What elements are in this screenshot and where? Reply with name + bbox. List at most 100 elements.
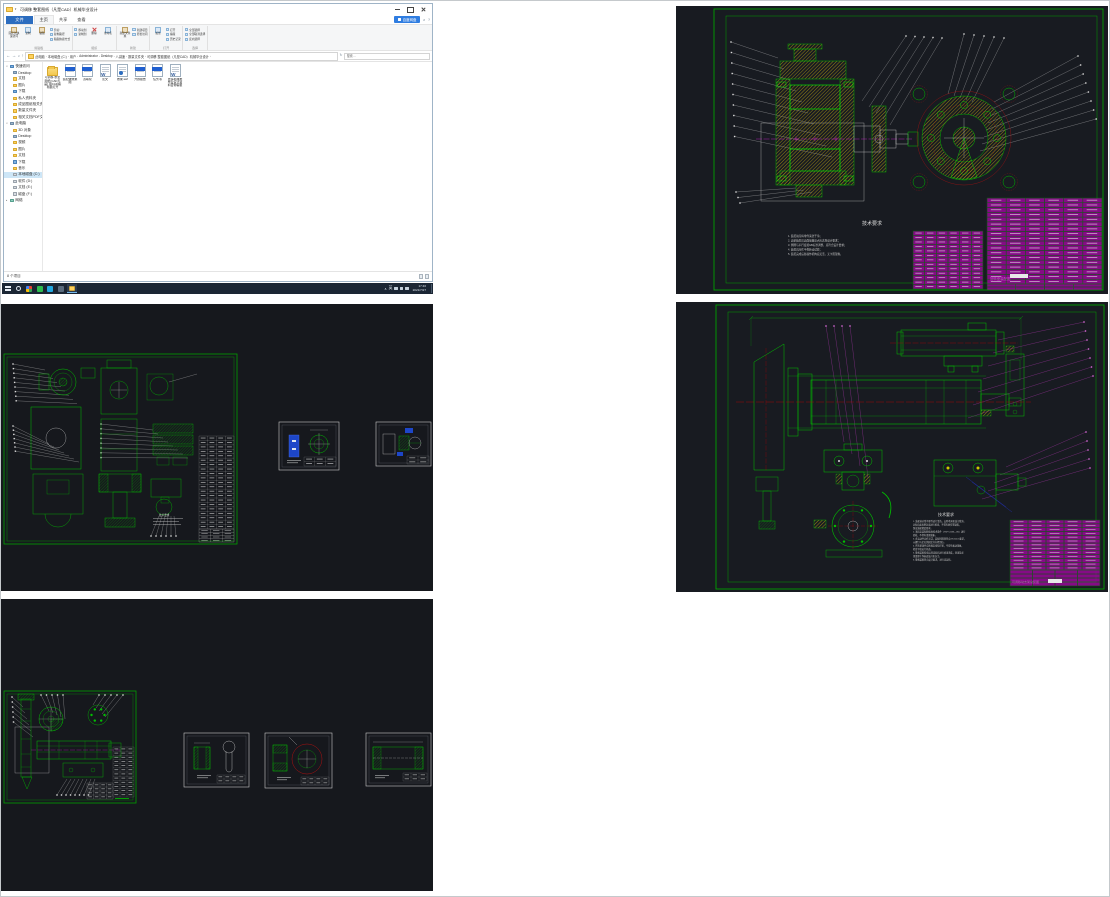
new-item-button[interactable]: 新建项目 — [132, 28, 147, 32]
cortana-button[interactable] — [14, 284, 24, 293]
sidebar-item-label: 图片 — [18, 147, 25, 152]
folder-icon — [13, 154, 17, 157]
folder-icon — [47, 67, 58, 76]
paste-button[interactable]: 粘贴 — [36, 26, 49, 36]
edit-icon — [166, 33, 169, 36]
copy-button[interactable]: 复制 — [22, 26, 35, 36]
search-input[interactable] — [347, 54, 428, 58]
breadcrumb-item[interactable]: Administrator — [79, 54, 98, 58]
items-count: 8 个项目 — [7, 274, 21, 279]
tray-expand-icon[interactable]: ∧ — [384, 287, 386, 291]
quick-access-toolbar[interactable]: ▾ — [6, 7, 16, 13]
twisty-icon: ∨ — [6, 122, 9, 125]
sidebar-item-label: 相关文档PDF文件 — [18, 115, 42, 120]
folder-icon — [13, 103, 17, 106]
file-explorer-window: ▾ 可调移 整套图纸（凡是CAD）机械毕业设计 文件 主页 共享 查看 百度网盘… — [3, 3, 433, 282]
taskbar-clock[interactable]: 17:46 2021/7/27 — [413, 285, 426, 292]
sidebar-item-network[interactable]: ▸网络 — [4, 197, 42, 203]
show-desktop-button[interactable] — [431, 284, 432, 293]
thumbnail-view-icon[interactable] — [425, 274, 430, 279]
network-icon[interactable] — [400, 287, 403, 290]
easy-access-button[interactable]: 轻松访问 — [132, 32, 147, 36]
file-item[interactable]: 论文 — [97, 64, 114, 81]
details-view-icon[interactable] — [419, 274, 424, 279]
breadcrumb-item[interactable]: 数量文件夹 — [128, 54, 144, 59]
cad-drawing-views: 技术要求 — [1, 304, 433, 591]
copy-path-button[interactable]: 复制路径 — [50, 32, 71, 36]
app-icon — [58, 286, 64, 292]
drive-icon — [13, 180, 17, 183]
file-name: 任务书 — [153, 78, 162, 81]
breadcrumb-item[interactable]: 用户 — [70, 54, 76, 59]
breadcrumb[interactable]: 此电脑› 本地磁盘 (C:)› 用户› Administrator› Deskt… — [25, 52, 338, 61]
ribbon-group-select: 全部选择 全部取消选择 反向选择 选择 — [183, 26, 208, 50]
download-icon — [13, 160, 17, 163]
select-none-button[interactable]: 全部取消选择 — [185, 32, 206, 36]
copy-to-button[interactable]: 复制到 — [74, 32, 86, 36]
back-icon[interactable]: ← — [6, 54, 10, 58]
svg-text:技术要求: 技术要求 — [159, 513, 170, 517]
clock-date: 2021/7/27 — [413, 289, 426, 293]
word-file-icon — [170, 64, 181, 77]
collapse-ribbon-icon[interactable]: ∧ — [423, 18, 426, 22]
file-name: 装配体效果图 — [62, 78, 79, 85]
ime-indicator[interactable]: 英 — [389, 286, 393, 291]
edit-button[interactable]: 编辑 — [166, 32, 181, 36]
forward-icon[interactable]: → — [12, 54, 16, 58]
file-item[interactable]: 开题报告 — [132, 64, 149, 81]
history-button[interactable]: 历史记录 — [166, 37, 181, 41]
new-folder-button[interactable]: 新建文件夹 — [118, 26, 131, 39]
delete-button[interactable]: 删除 — [87, 26, 100, 36]
file-item[interactable]: 装配体效果图 — [62, 64, 79, 84]
refresh-icon[interactable]: ↻ — [339, 54, 342, 58]
sidebar-item-label: 文档 — [18, 76, 25, 81]
cad-sheet-pump-assembly: 技术要求 1. 装配前应将零件清洗干净； 2. 齿轮装配后齿面接触斑点应达到设计… — [676, 6, 1108, 294]
tab-share[interactable]: 共享 — [54, 16, 72, 24]
tab-home[interactable]: 主页 — [34, 15, 54, 24]
properties-button[interactable]: 属性 — [152, 26, 165, 36]
file-item[interactable]: 双联泵 — [79, 64, 96, 81]
volume-icon[interactable] — [394, 287, 397, 290]
battery-icon[interactable] — [405, 287, 408, 290]
close-icon — [421, 7, 426, 12]
breadcrumb-item[interactable]: Desktop — [101, 54, 113, 58]
title-block-scale-cell — [1010, 274, 1028, 278]
file-item[interactable]: 效果.swf — [114, 64, 131, 81]
breadcrumb-item[interactable]: 可调移 整套图纸（凡是CAD）机械毕业设计 — [147, 54, 209, 59]
close-button[interactable] — [417, 5, 430, 14]
recent-locations-icon[interactable]: ∨ — [18, 55, 20, 58]
netdisk-button[interactable]: 百度网盘 — [394, 16, 421, 23]
taskbar-app-explorer[interactable] — [67, 284, 77, 293]
paste-shortcut-button[interactable]: 粘贴快捷方式 — [50, 37, 71, 41]
system-tray: ∧ 英 17:46 2021/7/27 — [384, 284, 432, 293]
chevron-down-icon[interactable]: ▾ — [15, 7, 17, 11]
open-button[interactable]: 打开 — [166, 28, 181, 32]
desktop-montage: ▾ 可调移 整套图纸（凡是CAD）机械毕业设计 文件 主页 共享 查看 百度网盘… — [0, 0, 1110, 897]
cad-drawing-cylinder: 技术要求 1. 装配前对所有零件进行清洗，去除毛刺和油污残渣， 对配合面和密封面… — [676, 302, 1108, 592]
file-item[interactable]: 可调移-整套图纸(CAD凡是) 用CAD编辑器打开 — [44, 64, 61, 90]
rename-button[interactable]: 重命名 — [101, 26, 114, 36]
cad-file-icon — [152, 64, 163, 77]
minimize-button[interactable] — [391, 5, 404, 14]
breadcrumb-item[interactable]: 此电脑 — [35, 54, 45, 59]
taskbar-app-wechat[interactable] — [35, 284, 45, 293]
breadcrumb-item[interactable]: 八减速 — [116, 54, 126, 59]
cut-button[interactable]: 剪切 — [50, 28, 71, 32]
maximize-button[interactable] — [404, 5, 417, 14]
tab-view[interactable]: 查看 — [72, 16, 90, 24]
up-icon[interactable]: ↑ — [21, 54, 23, 58]
select-all-button[interactable]: 全部选择 — [185, 28, 206, 32]
tab-file[interactable]: 文件 — [6, 16, 33, 24]
start-button[interactable] — [3, 284, 13, 293]
breadcrumb-item[interactable]: 本地磁盘 (C:) — [48, 54, 67, 59]
invert-selection-button[interactable]: 反向选择 — [185, 37, 206, 41]
taskbar-app-qq[interactable] — [45, 284, 55, 293]
taskbar-app-misc[interactable] — [56, 284, 66, 293]
file-item[interactable]: 任务书 — [149, 64, 166, 81]
pin-quick-access-button[interactable]: 固定到快速访问 — [8, 26, 21, 39]
file-item[interactable]: 更多机械类毕业设计资料咨询客服 — [167, 64, 184, 88]
move-to-button[interactable]: 移动到 — [74, 28, 86, 32]
help-icon[interactable]: ? — [428, 18, 430, 22]
file-name: 可调移-整套图纸(CAD凡是) 用CAD编辑器打开 — [44, 76, 61, 89]
taskbar-app-browser[interactable] — [24, 284, 34, 293]
